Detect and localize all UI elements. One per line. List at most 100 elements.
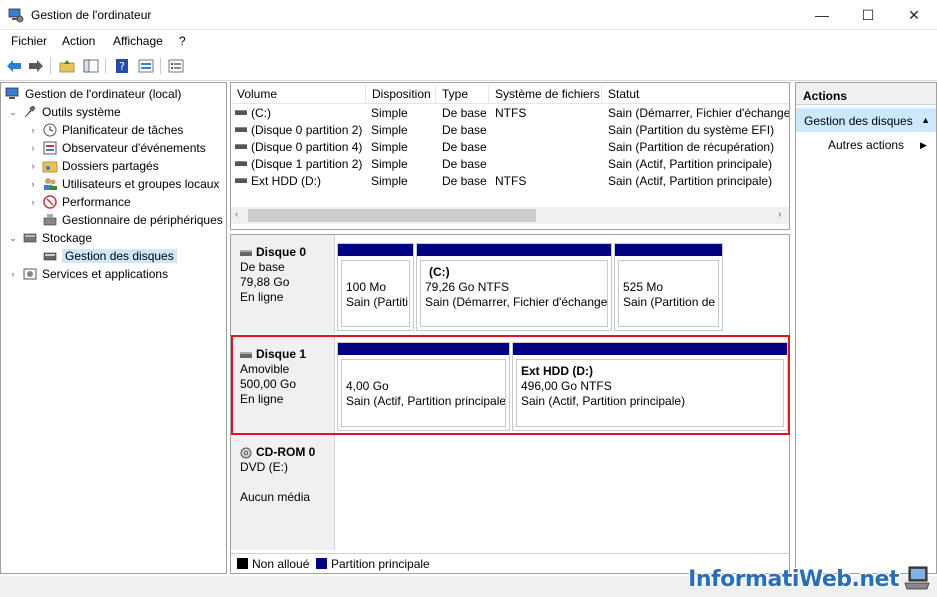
partition-size: 525 Mo bbox=[623, 280, 664, 294]
svg-text:?: ? bbox=[119, 60, 125, 73]
chevron-right-icon[interactable]: › bbox=[27, 197, 39, 207]
horizontal-scrollbar[interactable]: ‹ › bbox=[231, 207, 789, 224]
actions-pane: Actions Gestion des disques ▲ Autres act… bbox=[795, 82, 937, 574]
tree-item-performance[interactable]: › Performance bbox=[27, 193, 131, 211]
disk-type: DVD (E:) bbox=[240, 460, 288, 474]
disk-row: CD-ROM 0 DVD (E:) Aucun média bbox=[231, 435, 789, 550]
column-disposition[interactable]: Disposition bbox=[366, 85, 436, 104]
chevron-right-icon[interactable]: › bbox=[27, 143, 39, 153]
device-manager-icon bbox=[42, 212, 58, 228]
users-icon bbox=[42, 176, 58, 192]
column-volume[interactable]: Volume bbox=[231, 85, 366, 104]
legend-swatch-unallocated bbox=[237, 558, 248, 569]
up-folder-icon[interactable] bbox=[58, 57, 76, 75]
disk-size: 79,88 Go bbox=[240, 275, 290, 289]
hard-disk-icon bbox=[240, 249, 252, 256]
scroll-left-icon[interactable]: ‹ bbox=[235, 209, 238, 220]
action-more[interactable]: Autres actions bbox=[828, 138, 904, 152]
menu-bar: Fichier Action Affichage ? bbox=[0, 30, 937, 52]
tree-item-stockage[interactable]: ⌄ Stockage bbox=[7, 229, 92, 247]
menu-fichier[interactable]: Fichier bbox=[11, 34, 47, 48]
column-status[interactable]: Statut bbox=[602, 85, 789, 104]
table-row[interactable]: (Disque 0 partition 2) Simple De base Sa… bbox=[231, 122, 789, 139]
column-filesystem[interactable]: Système de fichiers bbox=[489, 85, 602, 104]
disk-type: De base bbox=[240, 260, 285, 274]
tree-item-planificateur[interactable]: › Planificateur de tâches bbox=[27, 121, 184, 139]
computer-management-icon bbox=[8, 7, 24, 23]
tree-item-utilisateurs[interactable]: › Utilisateurs et groupes locaux bbox=[27, 175, 220, 193]
disk-name: Disque 0 bbox=[256, 245, 307, 259]
column-type[interactable]: Type bbox=[436, 85, 489, 104]
volume-type: De base bbox=[442, 157, 487, 171]
toolbar-separator bbox=[50, 58, 51, 74]
scroll-right-icon[interactable]: › bbox=[778, 209, 781, 220]
forward-arrow-icon[interactable] bbox=[27, 57, 45, 75]
tree-item-outils[interactable]: ⌄ Outils système bbox=[7, 103, 120, 121]
volume-filesystem: NTFS bbox=[495, 174, 527, 188]
volume-name: (Disque 0 partition 2) bbox=[251, 123, 363, 137]
chevron-right-icon[interactable]: › bbox=[27, 125, 39, 135]
minimize-button[interactable]: — bbox=[799, 0, 845, 30]
table-row[interactable]: (C:) Simple De base NTFS Sain (Démarrer,… bbox=[231, 105, 790, 122]
menu-action[interactable]: Action bbox=[62, 34, 95, 48]
tree-item-peripheriques[interactable]: Gestionnaire de périphériques bbox=[42, 211, 223, 229]
table-row[interactable]: Ext HDD (D:) Simple De base NTFS Sain (A… bbox=[231, 173, 789, 190]
laptop-icon bbox=[903, 565, 931, 594]
chevron-down-icon[interactable]: ⌄ bbox=[7, 233, 19, 244]
drive-icon bbox=[235, 178, 247, 184]
help-icon[interactable]: ? bbox=[113, 57, 131, 75]
toolbar: ? bbox=[0, 52, 937, 81]
tree-label: Planificateur de tâches bbox=[62, 123, 184, 137]
disk-status: En ligne bbox=[240, 290, 284, 304]
volume-type: De base bbox=[442, 123, 487, 137]
disk-name: CD-ROM 0 bbox=[256, 445, 316, 459]
volume-list-header: Volume Disposition Type Système de fichi… bbox=[231, 85, 789, 104]
tree-item-services[interactable]: › Services et applications bbox=[7, 265, 169, 283]
disk-management-icon bbox=[42, 248, 58, 264]
cdrom-0-info[interactable]: CD-ROM 0 DVD (E:) Aucun média bbox=[231, 435, 335, 550]
storage-icon bbox=[22, 230, 38, 246]
chevron-right-icon[interactable]: › bbox=[27, 179, 39, 189]
menu-help[interactable]: ? bbox=[179, 34, 186, 48]
partition-c[interactable]: (C:) 79,26 Go NTFS Sain (Démarrer, Fichi… bbox=[416, 243, 612, 331]
partition-efi[interactable]: 100 Mo Sain (Partiti bbox=[337, 243, 414, 331]
legend-swatch-primary bbox=[316, 558, 327, 569]
tree-item-observateur[interactable]: › Observateur d'événements bbox=[27, 139, 206, 157]
disk-0-info[interactable]: Disque 0 De base 79,88 Go En ligne bbox=[231, 235, 335, 333]
list-view-icon[interactable] bbox=[167, 57, 185, 75]
tree-item-dossiers[interactable]: › Dossiers partagés bbox=[27, 157, 159, 175]
maximize-button[interactable]: ☐ bbox=[845, 0, 891, 30]
close-button[interactable]: ✕ bbox=[891, 0, 937, 30]
volume-disposition: Simple bbox=[371, 123, 408, 137]
partition-bar bbox=[615, 244, 722, 256]
volume-disposition: Simple bbox=[371, 106, 408, 120]
volume-status: Sain (Démarrer, Fichier d'échange, bbox=[608, 106, 790, 120]
back-arrow-icon[interactable] bbox=[5, 57, 23, 75]
triangle-right-icon: ▶ bbox=[920, 140, 927, 150]
menu-affichage[interactable]: Affichage bbox=[113, 34, 163, 48]
chevron-right-icon[interactable]: › bbox=[27, 161, 39, 171]
scrollbar-thumb[interactable] bbox=[248, 209, 536, 222]
properties-view-icon[interactable] bbox=[137, 57, 155, 75]
tree-item-root[interactable]: Gestion de l'ordinateur (local) bbox=[5, 85, 181, 103]
table-row[interactable]: (Disque 1 partition 2) Simple De base Sa… bbox=[231, 156, 789, 173]
cd-icon bbox=[240, 447, 252, 459]
show-hide-tree-icon[interactable] bbox=[82, 57, 100, 75]
partition-bar bbox=[417, 244, 611, 256]
watermark-text: InformatiWeb.net bbox=[688, 566, 899, 592]
chevron-right-icon[interactable]: › bbox=[7, 269, 19, 279]
action-group-disk-management[interactable]: Gestion des disques ▲ bbox=[796, 108, 936, 132]
actions-header: Actions bbox=[796, 83, 936, 105]
partition-status: Sain (Partition de r bbox=[623, 295, 719, 309]
chevron-down-icon[interactable]: ⌄ bbox=[7, 107, 19, 118]
disk-row: Disque 0 De base 79,88 Go En ligne 100 M… bbox=[231, 235, 789, 333]
volume-name: (Disque 1 partition 2) bbox=[251, 157, 363, 171]
toolbar-separator bbox=[105, 58, 106, 74]
partition-recovery[interactable]: 525 Mo Sain (Partition de r bbox=[614, 243, 723, 331]
volume-disposition: Simple bbox=[371, 140, 408, 154]
tree-item-disques[interactable]: Gestion des disques bbox=[42, 247, 177, 265]
tree-label: Stockage bbox=[42, 231, 93, 245]
shared-folder-icon bbox=[42, 158, 58, 174]
partition-size: 79,26 Go NTFS bbox=[425, 280, 510, 294]
table-row[interactable]: (Disque 0 partition 4) Simple De base Sa… bbox=[231, 139, 789, 156]
